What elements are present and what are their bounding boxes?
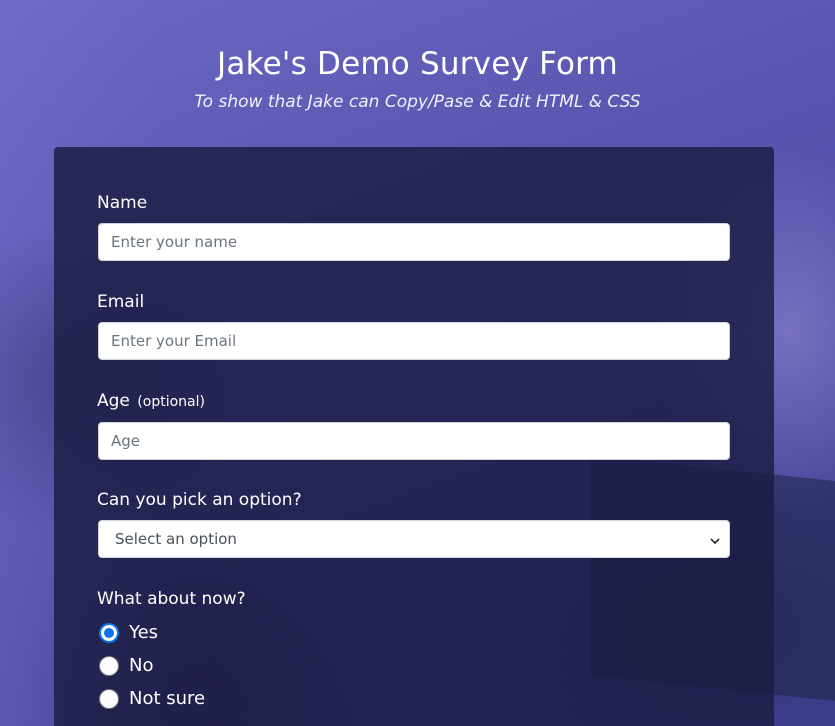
age-label: Age <box>97 391 130 411</box>
radio-button-yes[interactable] <box>99 622 119 643</box>
email-input[interactable] <box>98 322 730 360</box>
age-optional-clue: (optional) <box>137 394 205 410</box>
option-select-value: Select an option <box>115 530 237 548</box>
radio-option-no[interactable]: No <box>98 649 730 682</box>
dropdown-group: Can you pick an option? Select an option <box>97 489 730 558</box>
age-group: Age (optional) <box>97 390 730 460</box>
chevron-down-icon <box>709 533 721 545</box>
radio-button-no[interactable] <box>99 655 119 676</box>
email-label: Email <box>97 292 145 312</box>
option-select[interactable]: Select an option <box>98 520 730 558</box>
radio-label-not-sure: Not sure <box>129 687 206 709</box>
name-label: Name <box>97 193 148 213</box>
survey-form: Name Email Age (optional) Can you pick a… <box>54 147 774 726</box>
age-label-wrap: Age (optional) <box>97 390 730 413</box>
radio-label-no: No <box>129 654 154 676</box>
page-subtitle: To show that Jake can Copy/Pase & Edit H… <box>194 92 641 112</box>
radio-group: What about now? Yes No Not sure <box>97 588 730 715</box>
radio-button-not-sure[interactable] <box>99 688 119 709</box>
name-group: Name <box>97 192 730 261</box>
radio-option-not-sure[interactable]: Not sure <box>98 682 730 715</box>
dropdown-label: Can you pick an option? <box>97 490 302 510</box>
radio-option-yes[interactable]: Yes <box>98 616 730 649</box>
email-group: Email <box>97 291 730 360</box>
age-input[interactable] <box>98 422 730 460</box>
page-title: Jake's Demo Survey Form <box>217 46 618 82</box>
name-input[interactable] <box>98 223 730 261</box>
radio-group-label: What about now? <box>97 589 246 609</box>
page-header: Jake's Demo Survey Form To show that Jak… <box>0 42 835 114</box>
radio-label-yes: Yes <box>129 621 159 643</box>
